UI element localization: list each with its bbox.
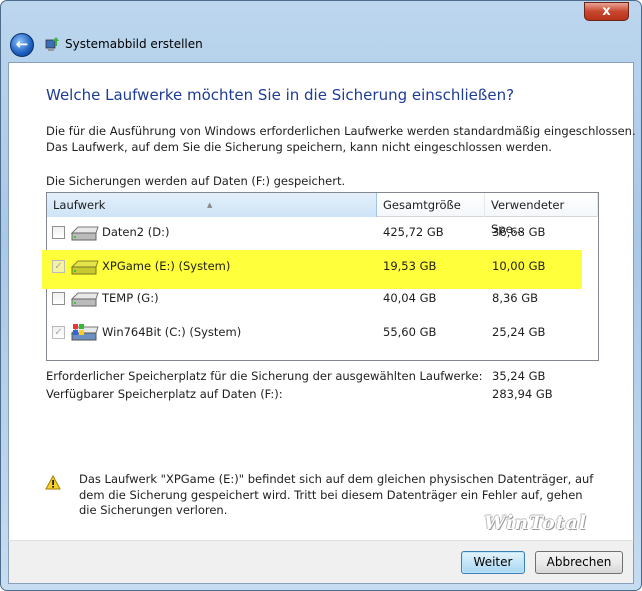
required-space-value: 35,24 GB xyxy=(492,369,546,383)
windows-drive-icon xyxy=(70,324,99,341)
table-row[interactable]: ✓ XPGame (E:) (System) 19,53 GB 10,00 GB xyxy=(46,252,599,282)
drive-name: XPGame (E:) (System) xyxy=(102,259,231,273)
drive-total: 40,04 GB xyxy=(383,291,437,305)
close-button[interactable]: x xyxy=(584,2,629,21)
table-row[interactable]: ✓ Win764Bit (C:) (System) 55,60 GB 25,24… xyxy=(46,318,599,348)
system-image-icon xyxy=(45,37,59,51)
drive-used: 36,68 GB xyxy=(492,225,546,239)
drive-name: TEMP (G:) xyxy=(102,291,159,305)
table-header: Laufwerk ▲ Gesamtgröße Verwendeter Spe... xyxy=(47,193,598,236)
column-header-total[interactable]: Gesamtgröße xyxy=(377,193,485,217)
hard-drive-icon xyxy=(70,226,99,241)
drive-total: 425,72 GB xyxy=(383,225,444,239)
drive-checkbox[interactable] xyxy=(52,226,65,239)
sort-ascending-icon: ▲ xyxy=(207,201,213,209)
watermark-logo: WinTotal xyxy=(484,512,587,534)
description-line-2: Das Laufwerk, auf dem Sie die Sicherung … xyxy=(46,140,552,154)
table-row[interactable]: TEMP (G:) 40,04 GB 8,36 GB xyxy=(46,284,599,314)
cancel-button[interactable]: Abbrechen xyxy=(535,551,623,574)
drive-checkbox[interactable] xyxy=(52,292,65,305)
drive-checkbox-checked-disabled: ✓ xyxy=(52,326,65,339)
available-space-label: Verfügbarer Speicherplatz auf Daten (F:)… xyxy=(46,387,283,401)
hard-drive-icon xyxy=(70,292,99,307)
back-button[interactable]: ← xyxy=(10,33,34,57)
drive-checkbox-checked-disabled: ✓ xyxy=(52,260,65,273)
drive-used: 25,24 GB xyxy=(492,325,546,339)
warning-icon xyxy=(45,475,61,490)
drive-total: 19,53 GB xyxy=(383,259,437,273)
column-header-used[interactable]: Verwendeter Spe... xyxy=(485,193,598,236)
next-button[interactable]: Weiter xyxy=(461,551,525,574)
drive-used: 10,00 GB xyxy=(492,259,546,273)
window-title: Systemabbild erstellen xyxy=(65,37,203,51)
table-row[interactable]: Daten2 (D:) 425,72 GB 36,68 GB xyxy=(46,218,599,248)
backup-target-text: Die Sicherungen werden auf Daten (F:) ge… xyxy=(46,174,346,188)
description-line-1: Die für die Ausführung von Windows erfor… xyxy=(46,124,636,138)
drive-name: Win764Bit (C:) (System) xyxy=(102,325,242,339)
drive-name: Daten2 (D:) xyxy=(102,225,170,239)
hard-drive-icon xyxy=(70,260,99,275)
available-space-value: 283,94 GB xyxy=(492,387,553,401)
column-header-drive[interactable]: Laufwerk ▲ xyxy=(47,193,377,217)
page-heading: Welche Laufwerke möchten Sie in die Sich… xyxy=(46,86,515,104)
required-space-label: Erforderlicher Speicherplatz für die Sic… xyxy=(46,369,483,383)
column-label: Laufwerk xyxy=(53,198,106,212)
back-arrow-icon: ← xyxy=(15,35,29,53)
drive-used: 8,36 GB xyxy=(492,291,539,305)
drive-total: 55,60 GB xyxy=(383,325,437,339)
